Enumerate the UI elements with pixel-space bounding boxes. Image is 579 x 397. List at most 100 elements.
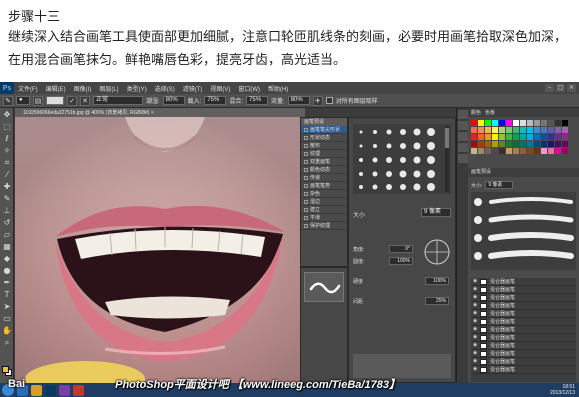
quick-select-tool-icon[interactable]: ✧ bbox=[1, 145, 13, 156]
history-panel-icon[interactable] bbox=[458, 110, 468, 119]
hand-tool-icon[interactable]: ✋ bbox=[1, 325, 13, 336]
marquee-tool-icon[interactable]: ⬚ bbox=[1, 121, 13, 132]
brush-presets-header[interactable]: 画笔预设 bbox=[468, 168, 579, 177]
healing-tool-icon[interactable]: ✚ bbox=[1, 181, 13, 192]
brush-presets-title[interactable]: 画笔预设 bbox=[301, 118, 347, 126]
brush-tool-icon[interactable]: ✎ bbox=[1, 193, 13, 204]
layer-row[interactable]: ◉ 混合器画笔 bbox=[471, 286, 576, 294]
move-tool-icon[interactable]: ✥ bbox=[1, 109, 13, 120]
menu-image[interactable]: 图像(I) bbox=[70, 84, 96, 93]
current-load-swatch[interactable] bbox=[46, 96, 64, 105]
eraser-tool-icon[interactable]: ▱ bbox=[1, 229, 13, 240]
brush-setting-pose[interactable]: 画笔笔势 bbox=[301, 182, 347, 190]
mix-field[interactable]: 75% bbox=[246, 96, 269, 105]
layer-row[interactable]: ◉ 混合器画笔 bbox=[471, 318, 576, 326]
type-tool-icon[interactable]: T bbox=[1, 289, 13, 300]
angle-dial-icon[interactable] bbox=[423, 238, 451, 266]
brush-setting-scattering[interactable]: 散布 bbox=[301, 142, 347, 150]
lasso-tool-icon[interactable]: ℓ bbox=[1, 133, 13, 144]
brush-panel-toggle-icon[interactable]: ▤ bbox=[33, 95, 43, 106]
spacing-field[interactable]: 25% bbox=[425, 297, 449, 305]
airbrush-icon[interactable]: ✈ bbox=[312, 95, 323, 106]
menu-select[interactable]: 选择(S) bbox=[151, 84, 179, 93]
visibility-eye-icon[interactable]: ◉ bbox=[473, 303, 478, 308]
brush-panel-icon[interactable] bbox=[458, 132, 468, 141]
layer-row[interactable]: ◉ 混合器画笔 bbox=[471, 302, 576, 310]
mixer-brush-tool-icon[interactable]: ✎ bbox=[3, 95, 13, 106]
shape-tool-icon[interactable]: ▭ bbox=[1, 313, 13, 324]
hardness-field[interactable]: 100% bbox=[425, 277, 449, 285]
brush-preset-list[interactable] bbox=[471, 192, 576, 270]
visibility-eye-icon[interactable]: ◉ bbox=[473, 367, 478, 372]
pen-tool-icon[interactable]: ✒ bbox=[1, 277, 13, 288]
gradient-tool-icon[interactable]: ▦ bbox=[1, 241, 13, 252]
path-select-tool-icon[interactable]: ➤ bbox=[1, 301, 13, 312]
roundness-field[interactable]: 100% bbox=[389, 257, 413, 265]
crop-tool-icon[interactable]: ⌗ bbox=[1, 157, 13, 168]
document-canvas[interactable] bbox=[15, 117, 305, 383]
brush-setting-tip-shape[interactable]: 画笔笔尖形状 bbox=[301, 126, 347, 134]
layer-row[interactable]: ◉ 混合器画笔 bbox=[471, 278, 576, 286]
layer-row[interactable]: ◉ 混合器画笔 bbox=[471, 350, 576, 358]
eyedropper-tool-icon[interactable]: ⁄ bbox=[1, 169, 13, 180]
maximize-button[interactable]: □ bbox=[556, 84, 565, 92]
layer-row[interactable]: ◉ 混合器画笔 bbox=[471, 334, 576, 342]
visibility-eye-icon[interactable]: ◉ bbox=[473, 295, 478, 300]
menu-file[interactable]: 文件(F) bbox=[14, 84, 42, 93]
blur-tool-icon[interactable]: ◆ bbox=[1, 253, 13, 264]
brush-setting-shape-dynamics[interactable]: 形状动态 bbox=[301, 134, 347, 142]
swatches-grid[interactable] bbox=[471, 120, 576, 162]
brush-setting-protect-texture[interactable]: 保护纹理 bbox=[301, 222, 347, 230]
brush-setting-smoothing[interactable]: 平滑 bbox=[301, 214, 347, 222]
brush-preset-picker[interactable]: ● bbox=[16, 96, 30, 105]
brush-tip-grid[interactable] bbox=[353, 124, 451, 194]
actions-panel-icon[interactable] bbox=[458, 121, 468, 130]
menu-type[interactable]: 类型(Y) bbox=[123, 84, 151, 93]
menu-filter[interactable]: 滤镜(T) bbox=[179, 84, 207, 93]
menu-view[interactable]: 视图(V) bbox=[206, 84, 234, 93]
dodge-tool-icon[interactable]: ● bbox=[1, 265, 13, 276]
visibility-eye-icon[interactable]: ◉ bbox=[473, 327, 478, 332]
brush-setting-texture[interactable]: 纹理 bbox=[301, 150, 347, 158]
clean-brush-icon[interactable]: ✕ bbox=[80, 95, 90, 106]
clone-stamp-tool-icon[interactable]: ⊥ bbox=[1, 205, 13, 216]
close-button[interactable]: × bbox=[567, 84, 576, 92]
menu-help[interactable]: 帮助(H) bbox=[264, 84, 292, 93]
visibility-eye-icon[interactable]: ◉ bbox=[473, 359, 478, 364]
load-brush-icon[interactable]: ✓ bbox=[67, 95, 77, 106]
foreground-color-swatch[interactable] bbox=[2, 366, 9, 373]
tab-swatches[interactable]: 色板 bbox=[485, 109, 495, 116]
flow-field[interactable]: 80% bbox=[287, 96, 310, 105]
brush-size-field[interactable]: 9 像素 bbox=[485, 181, 514, 189]
layer-row[interactable]: ◉ 混合器画笔 bbox=[471, 358, 576, 366]
visibility-eye-icon[interactable]: ◉ bbox=[473, 287, 478, 292]
info-panel-icon[interactable] bbox=[458, 154, 468, 163]
layer-row[interactable]: ◉ 混合器画笔 bbox=[471, 366, 576, 374]
menu-layer[interactable]: 图层(L) bbox=[95, 84, 122, 93]
angle-field[interactable]: 0° bbox=[389, 245, 413, 253]
size-field[interactable]: 9 像素 bbox=[421, 208, 451, 217]
visibility-eye-icon[interactable]: ◉ bbox=[473, 343, 478, 348]
sample-all-layers-checkbox[interactable] bbox=[325, 97, 333, 104]
visibility-eye-icon[interactable]: ◉ bbox=[473, 351, 478, 356]
brush-setting-transfer[interactable]: 传递 bbox=[301, 174, 347, 182]
document-tab[interactable]: 1192596066eda22751b.jpg @ 400% (背景拷贝, RG… bbox=[15, 108, 305, 117]
menu-window[interactable]: 窗口(W) bbox=[234, 84, 264, 93]
brush-setting-color-dynamics[interactable]: 颜色动态 bbox=[301, 166, 347, 174]
layer-row[interactable]: ◉ 混合器画笔 bbox=[471, 342, 576, 350]
tab-color[interactable]: 颜色 bbox=[471, 109, 481, 116]
visibility-eye-icon[interactable]: ◉ bbox=[473, 335, 478, 340]
layer-row[interactable]: ◉ 混合器画笔 bbox=[471, 310, 576, 318]
wet-field[interactable]: 80% bbox=[162, 96, 185, 105]
load-field[interactable]: 75% bbox=[204, 96, 227, 105]
history-brush-tool-icon[interactable]: ↺ bbox=[1, 217, 13, 228]
visibility-eye-icon[interactable]: ◉ bbox=[473, 279, 478, 284]
brush-setting-build-up[interactable]: 建立 bbox=[301, 206, 347, 214]
brush-setting-dual-brush[interactable]: 双重画笔 bbox=[301, 158, 347, 166]
visibility-eye-icon[interactable]: ◉ bbox=[473, 311, 478, 316]
menu-edit[interactable]: 编辑(E) bbox=[42, 84, 70, 93]
brush-setting-wet-edges[interactable]: 湿边 bbox=[301, 198, 347, 206]
visibility-eye-icon[interactable]: ◉ bbox=[473, 319, 478, 324]
clone-source-panel-icon[interactable] bbox=[458, 143, 468, 152]
layer-row[interactable]: ◉ 混合器画笔 bbox=[471, 326, 576, 334]
